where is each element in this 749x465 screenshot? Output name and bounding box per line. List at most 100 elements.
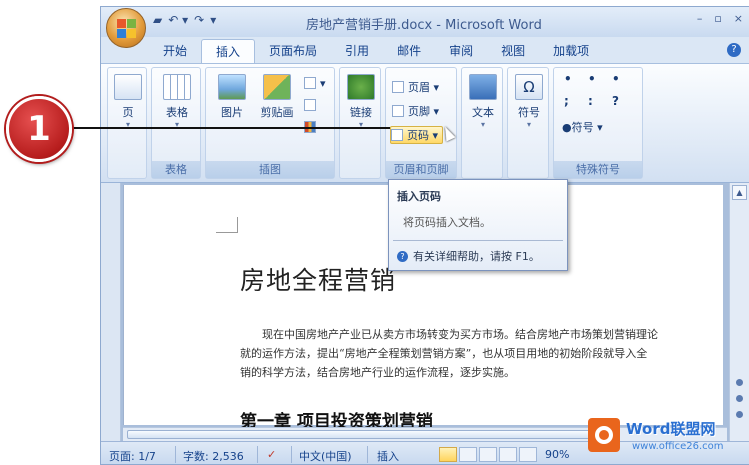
group-tables: 表格 ▾ 表格 [151, 67, 201, 179]
footer-button-label: 页脚 [408, 105, 430, 118]
group-illustrations: 图片 剪贴画 ▾ 插图 [205, 67, 335, 179]
status-words[interactable]: 字数: 2,536 [183, 448, 244, 464]
page-number-icon [391, 129, 403, 141]
outline-icon[interactable] [499, 447, 517, 462]
tab-view[interactable]: 视图 [487, 39, 539, 63]
ribbon-insert: 页 ▾ 表格 ▾ 表格 图片 剪贴画 ▾ 插图 链接 ▾ 页眉 ▾ 页脚 ▾ 页… [101, 63, 749, 183]
title-bar: ▰ ↶ ▾ ↷ ▾ 房地产营销手册.docx - Microsoft Word … [101, 7, 749, 37]
ribbon-tabs: 开始 插入 页面布局 引用 邮件 审阅 视图 加载项 [149, 37, 603, 63]
vertical-scrollbar[interactable]: ▲ [729, 183, 749, 441]
maximize-icon[interactable]: ▫ [714, 12, 721, 25]
callout-number: 1 [27, 109, 51, 149]
smartart-button[interactable] [304, 96, 320, 114]
shapes-button[interactable]: ▾ [304, 74, 326, 92]
tooltip-help: ? 有关详细帮助，请按 F1。 [397, 248, 540, 264]
chevron-down-icon: ▾ [526, 120, 531, 129]
save-icon[interactable]: ▰ [153, 13, 162, 27]
footer-icon [392, 105, 404, 117]
table-icon [163, 74, 191, 100]
group-links: 链接 ▾ [339, 67, 381, 179]
tab-addins[interactable]: 加载项 [539, 39, 603, 63]
paragraph-line: 现在中国房地产产业已从卖方市场转变为买方市场。结合房地产市场策划营销理论 [262, 328, 658, 341]
special-symbol-button[interactable]: ● 符号 ▾ [562, 118, 603, 136]
status-separator [291, 446, 292, 463]
symbol-button-label: 符号 [518, 106, 540, 119]
browse-prev-icon[interactable] [736, 379, 743, 386]
group-header-footer: 页眉 ▾ 页脚 ▾ 页码 ▾ 页眉和页脚 [385, 67, 457, 179]
symbol-question-icon[interactable]: ? [612, 94, 619, 108]
view-buttons [439, 447, 537, 462]
scroll-up-icon[interactable]: ▲ [732, 185, 747, 200]
window-title: 房地产营销手册.docx - Microsoft Word [306, 18, 542, 33]
group-text: 文本 ▾ [461, 67, 503, 179]
link-button-label: 链接 [350, 106, 372, 119]
text-button[interactable]: 文本 ▾ [465, 74, 501, 129]
status-page[interactable]: 页面: 1/7 [109, 448, 156, 464]
watermark: Word联盟网 www.office26.com [586, 414, 746, 462]
picture-icon [218, 74, 246, 100]
symbol-colon-icon[interactable]: : [588, 94, 593, 108]
page-number-button[interactable]: 页码 ▾ [390, 126, 444, 144]
clipart-button[interactable]: 剪贴画 [256, 74, 298, 120]
help-icon: ? [397, 250, 408, 262]
web-layout-icon[interactable] [479, 447, 497, 462]
print-layout-icon[interactable] [439, 447, 457, 462]
table-button-label: 表格 [166, 106, 188, 119]
tooltip-description: 将页码插入文档。 [403, 216, 491, 229]
zoom-level[interactable]: 90% [545, 448, 569, 461]
chevron-down-icon: ▾ [480, 120, 485, 129]
margin-corner-mark [216, 217, 238, 233]
document-title: 房地全程营销 [240, 266, 397, 295]
link-button[interactable]: 链接 ▾ [343, 74, 379, 129]
page-number-tooltip: 插入页码 将页码插入文档。 ? 有关详细帮助，请按 F1。 [388, 179, 568, 271]
qat-customize-icon[interactable]: ▾ [210, 13, 216, 27]
status-separator [257, 446, 258, 463]
text-button-label: 文本 [472, 106, 494, 119]
symbol-button[interactable]: Ω 符号 ▾ [511, 74, 547, 129]
symbol-comma-icon[interactable]: • [564, 72, 572, 86]
draft-icon[interactable] [519, 447, 537, 462]
quick-access-toolbar: ▰ ↶ ▾ ↷ ▾ [153, 13, 216, 27]
header-button[interactable]: 页眉 ▾ [392, 78, 439, 96]
redo-icon[interactable]: ↷ [194, 13, 204, 27]
tab-home[interactable]: 开始 [149, 39, 201, 63]
group-label-special-symbols: 特殊符号 [554, 161, 642, 178]
group-label-illustrations: 插图 [206, 161, 334, 178]
symbol-semicolon-icon[interactable]: ; [564, 94, 569, 108]
picture-button[interactable]: 图片 [214, 74, 250, 120]
browse-object-icon[interactable] [736, 395, 743, 402]
office-button[interactable] [106, 8, 146, 48]
status-insert-mode[interactable]: 插入 [377, 448, 399, 464]
status-language[interactable]: 中文(中国) [299, 448, 352, 464]
proofing-icon[interactable]: ✓ [267, 448, 276, 461]
tab-page-layout[interactable]: 页面布局 [255, 39, 331, 63]
horizontal-scroll-thumb[interactable] [127, 430, 597, 439]
symbol-period-icon[interactable]: • [588, 72, 596, 86]
symbol-dot-icon[interactable]: • [612, 72, 620, 86]
group-label-header-footer: 页眉和页脚 [386, 161, 456, 178]
page-button[interactable]: 页 ▾ [110, 74, 146, 129]
tab-references[interactable]: 引用 [331, 39, 383, 63]
close-icon[interactable]: × [734, 12, 743, 25]
undo-icon[interactable]: ↶ ▾ [168, 13, 188, 27]
omega-icon: Ω [515, 74, 543, 100]
tab-review[interactable]: 审阅 [435, 39, 487, 63]
office-logo-icon [117, 19, 137, 39]
full-screen-reading-icon[interactable] [459, 447, 477, 462]
group-pages: 页 ▾ [107, 67, 147, 179]
clipart-icon [263, 74, 291, 100]
help-icon[interactable]: ? [727, 43, 741, 57]
picture-button-label: 图片 [221, 106, 243, 119]
table-button[interactable]: 表格 ▾ [159, 74, 195, 129]
tab-insert[interactable]: 插入 [201, 39, 256, 63]
clipart-button-label: 剪贴画 [260, 106, 294, 119]
group-symbols: Ω 符号 ▾ [507, 67, 549, 179]
minimize-icon[interactable]: – [697, 12, 703, 25]
tooltip-help-text: 有关详细帮助，请按 F1。 [413, 250, 540, 263]
page-icon [114, 74, 142, 100]
tab-mailings[interactable]: 邮件 [383, 39, 435, 63]
group-label-tables: 表格 [152, 161, 200, 178]
status-separator [367, 446, 368, 463]
footer-button[interactable]: 页脚 ▾ [392, 102, 439, 120]
callout-badge: 1 [6, 96, 72, 162]
